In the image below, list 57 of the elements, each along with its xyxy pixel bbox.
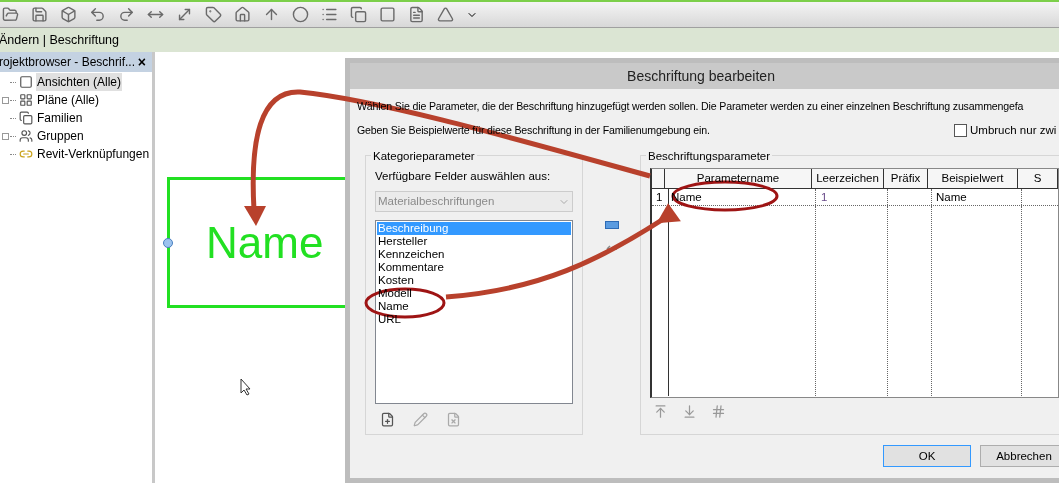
up-arrow-icon[interactable] (263, 6, 280, 23)
tree-node-icon (19, 111, 33, 125)
tree-node-icon (19, 75, 33, 89)
folder-icon[interactable] (2, 6, 19, 23)
field-list-item[interactable]: Kennzeichen (377, 248, 572, 262)
table-cell[interactable]: 1 (816, 189, 888, 206)
mouse-cursor-icon (240, 378, 252, 396)
dialog-button[interactable]: Abbrechen (980, 445, 1059, 468)
field-list-item[interactable]: Name (377, 300, 572, 314)
add-parameter-icon[interactable] (604, 221, 619, 230)
tree-item[interactable]: Gruppen (36, 127, 85, 145)
expand-box-icon[interactable] (2, 96, 9, 104)
panel-title: rojektbrowser - Beschrif... (0, 54, 136, 71)
triangle-icon[interactable] (437, 6, 454, 23)
dialog-button[interactable]: OK (883, 445, 971, 468)
chain-link-icon (19, 147, 33, 161)
dialog-title: Beschriftung bearbeiten (627, 66, 775, 86)
label-text: Name (206, 220, 324, 265)
box-icon[interactable] (60, 6, 77, 23)
field-list-item[interactable]: URL (377, 313, 572, 327)
column-header[interactable]: Parametername (665, 169, 812, 189)
tree-item[interactable]: Ansichten (Alle) (36, 73, 123, 91)
redo-icon[interactable] (118, 6, 135, 23)
table-cell[interactable]: Name (932, 189, 1022, 206)
tree-node-icon (19, 129, 33, 143)
circle-icon[interactable] (292, 6, 309, 23)
field-list-item[interactable]: Hersteller (377, 235, 572, 249)
list-icon[interactable] (321, 6, 338, 23)
tree-item[interactable]: Pläne (Alle) (36, 91, 101, 109)
column-header[interactable]: Präfix (884, 169, 928, 189)
undo-icon[interactable] (89, 6, 106, 23)
field-list-item[interactable]: Kommentare (377, 261, 572, 275)
tree-node-icon (19, 93, 33, 107)
tag-icon[interactable] (205, 6, 222, 23)
move-down-icon[interactable] (682, 404, 697, 420)
diagonal-arrow-icon[interactable] (176, 6, 193, 23)
close-button[interactable]: × (137, 51, 146, 73)
field-list-item[interactable]: Kosten (377, 274, 572, 288)
tree-item[interactable]: Revit-Verknüpfungen (36, 145, 151, 163)
new-parameter-icon[interactable] (380, 412, 395, 428)
dropdown-label: Verfügbare Felder auswählen aus: (375, 169, 552, 185)
grip-handle[interactable] (163, 238, 173, 248)
document-icon[interactable] (408, 6, 425, 23)
column-header[interactable]: Beispielwert (928, 169, 1018, 189)
format-icon[interactable] (711, 404, 726, 420)
checkbox-label: Umbruch nur zwi (970, 122, 1058, 138)
move-up-icon[interactable] (653, 404, 668, 420)
tree-item[interactable]: Familien (36, 109, 84, 127)
house-icon[interactable] (234, 6, 251, 23)
column-header[interactable]: Leerzeichen (812, 169, 884, 189)
copy-icon[interactable] (350, 6, 367, 23)
expand-box-icon[interactable] (2, 132, 9, 140)
square-icon[interactable] (379, 6, 396, 23)
wrap-checkbox[interactable] (954, 124, 967, 137)
save-icon[interactable] (31, 6, 48, 23)
column-header[interactable]: S (1018, 169, 1058, 189)
field-list-item[interactable]: Modell (377, 287, 572, 301)
